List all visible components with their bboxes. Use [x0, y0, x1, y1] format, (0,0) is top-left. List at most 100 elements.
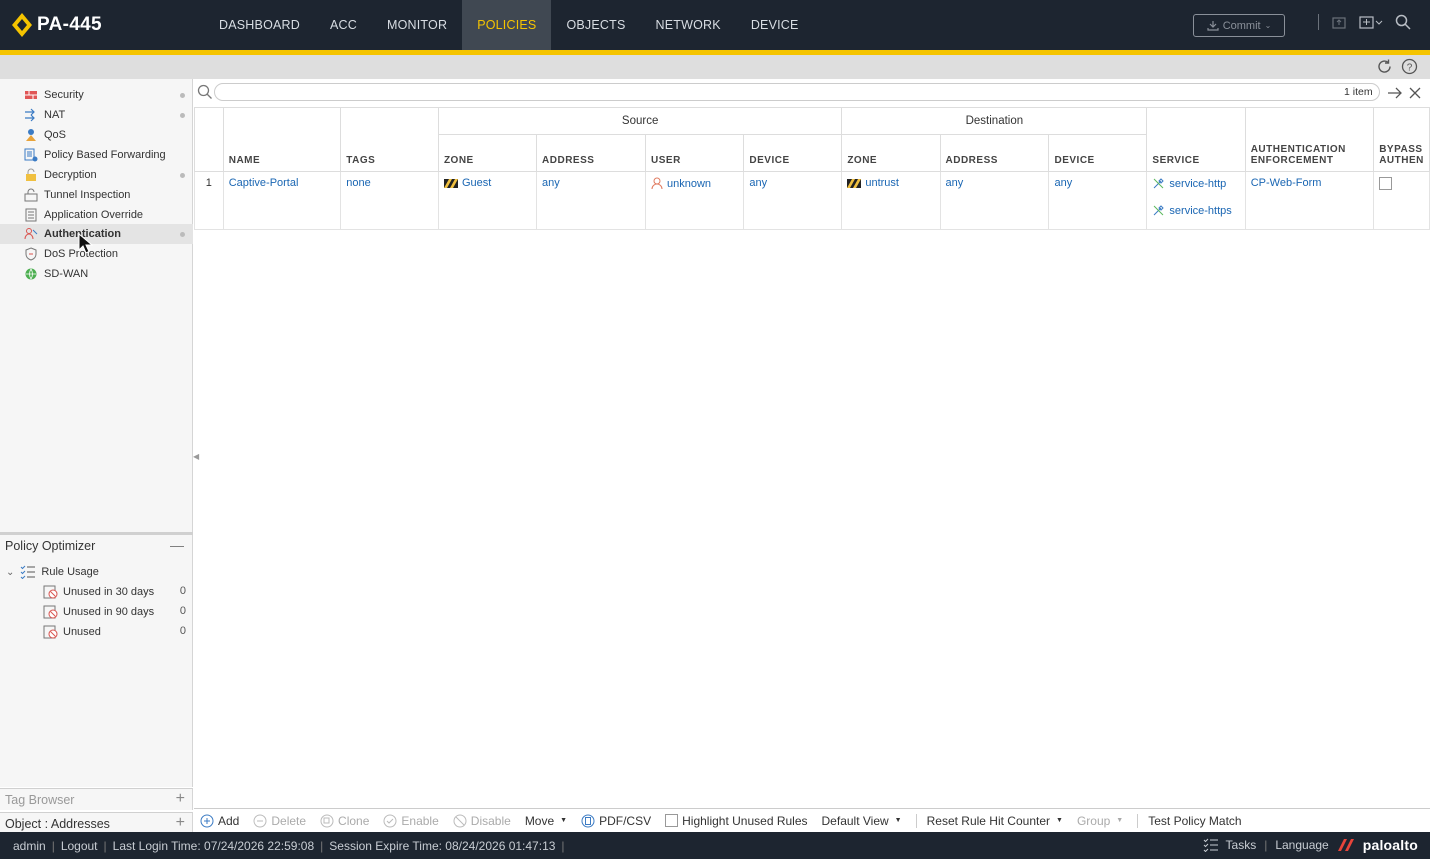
sidebar-item-dos[interactable]: DoS Protection	[0, 244, 193, 264]
col-header-bypass[interactable]: BYPASS AUTHEN	[1373, 107, 1430, 172]
tab-network[interactable]: NETWORK	[641, 0, 736, 50]
sidebar-collapse-handle[interactable]: ◀	[193, 452, 199, 464]
sidebar-item-decryption[interactable]: Decryption	[0, 165, 193, 185]
enable-button[interactable]: Enable	[383, 813, 439, 828]
commit-button[interactable]: Commit ⌄	[1193, 14, 1285, 37]
chevron-down-icon[interactable]: ⌄	[6, 567, 14, 578]
sidebar-item-app-override[interactable]: Application Override	[0, 205, 193, 225]
caret-down-icon: ▼	[894, 817, 902, 824]
refresh-icon[interactable]	[1376, 58, 1393, 75]
sidebar-item-security[interactable]: Security	[0, 85, 193, 105]
header-line: ENFORCEMENT	[1250, 155, 1334, 166]
filter-input[interactable]	[214, 83, 1380, 101]
sidebar-item-qos[interactable]: QoS	[0, 125, 193, 145]
disable-button[interactable]: Disable	[453, 814, 511, 828]
sidebar-item-label: QoS	[44, 129, 67, 141]
tab-acc[interactable]: ACC	[315, 0, 372, 50]
clear-filter-icon[interactable]	[1408, 86, 1422, 100]
rule-tags[interactable]: none	[340, 171, 439, 230]
apply-filter-icon[interactable]	[1387, 86, 1403, 100]
status-dot	[180, 93, 185, 98]
default-view-dropdown[interactable]: Default View ▼	[822, 814, 902, 828]
dest-address-cell[interactable]: any	[939, 171, 1050, 230]
delete-label: Delete	[271, 813, 307, 828]
help-icon[interactable]: ?	[1401, 58, 1418, 75]
unused-rules[interactable]: Unused	[43, 625, 101, 639]
clone-label: Clone	[338, 813, 370, 828]
expand-icon[interactable]: +	[176, 814, 185, 832]
table-row[interactable]: 1 Captive-Portal none Guest any unknown …	[194, 171, 1430, 230]
col-header-source-device[interactable]: DEVICE	[743, 134, 843, 172]
dest-zone-value: untrust	[865, 177, 899, 189]
sidebar-item-authentication[interactable]: Authentication	[0, 224, 193, 244]
service-icon	[1154, 178, 1165, 189]
object-addresses-header[interactable]: Object : Addresses +	[0, 812, 193, 834]
top-bar: PA-445 DASHBOARD ACC MONITOR POLICIES OB…	[0, 0, 1430, 50]
col-header-dest-device[interactable]: DEVICE	[1048, 134, 1148, 172]
tab-monitor[interactable]: MONITOR	[372, 0, 462, 50]
col-header-dest-zone[interactable]: ZONE	[841, 134, 941, 172]
chevron-down-icon: ⌄	[1264, 21, 1272, 30]
auth-enforcement-cell[interactable]: CP-Web-Form	[1244, 171, 1375, 230]
rule-usage-node[interactable]: ⌄ Rule Usage	[6, 565, 99, 579]
col-header-dest-address[interactable]: ADDRESS	[939, 134, 1050, 172]
highlight-unused-toggle[interactable]: Highlight Unused Rules	[665, 814, 808, 828]
config-icon[interactable]	[1359, 14, 1383, 30]
bypass-checkbox[interactable]	[1379, 177, 1393, 190]
service-cell[interactable]: service-http service-https	[1146, 171, 1246, 230]
tab-objects[interactable]: OBJECTS	[551, 0, 640, 50]
col-header-source-user[interactable]: USER	[645, 134, 745, 172]
rules-table: NAME TAGS Source Destination SERVICE AUT…	[194, 107, 1430, 230]
divider	[1137, 813, 1139, 828]
search-icon[interactable]	[1395, 14, 1411, 30]
tasks-icon	[1203, 838, 1218, 852]
dest-zone-cell[interactable]: untrust	[841, 171, 941, 230]
add-button[interactable]: Add	[200, 814, 239, 828]
config-lock-icon[interactable]	[1331, 14, 1347, 30]
test-policy-match-button[interactable]: Test Policy Match	[1148, 814, 1241, 828]
service-value[interactable]: service-http	[1169, 178, 1226, 190]
source-address-cell[interactable]: any	[536, 171, 647, 230]
sidebar-item-sdwan[interactable]: SD-WAN	[0, 264, 193, 284]
col-header-service[interactable]: SERVICE	[1146, 107, 1246, 172]
reset-hit-counter-button[interactable]: Reset Rule Hit Counter ▼	[927, 814, 1063, 828]
tasks-link[interactable]: Tasks	[1226, 838, 1257, 852]
tab-device[interactable]: DEVICE	[736, 0, 814, 50]
col-header-source-zone[interactable]: ZONE	[437, 134, 538, 172]
highlight-unused-checkbox[interactable]	[665, 814, 679, 827]
move-button[interactable]: Move ▼	[525, 814, 567, 828]
col-group-source: Source	[437, 107, 843, 135]
source-device-cell[interactable]: any	[743, 171, 843, 230]
logout-link[interactable]: Logout	[61, 839, 98, 853]
sidebar-item-tunnel[interactable]: Tunnel Inspection	[0, 185, 193, 205]
app-logo[interactable]: PA-445	[12, 13, 102, 37]
clone-button[interactable]: Clone	[320, 814, 369, 828]
col-header-source-address[interactable]: ADDRESS	[536, 134, 647, 172]
delete-button[interactable]: Delete	[253, 814, 306, 828]
user-name[interactable]: admin	[13, 839, 46, 853]
col-header-name[interactable]: NAME	[222, 107, 342, 172]
rule-name-link[interactable]: Captive-Portal	[222, 171, 342, 230]
language-link[interactable]: Language	[1275, 838, 1328, 852]
enable-label: Enable	[401, 813, 439, 828]
tag-browser-header[interactable]: Tag Browser +	[0, 788, 193, 810]
unused-30-days[interactable]: Unused in 30 days	[43, 585, 154, 599]
dest-device-cell[interactable]: any	[1048, 171, 1148, 230]
source-user-cell[interactable]: unknown	[645, 171, 745, 230]
source-zone-cell[interactable]: Guest	[437, 171, 538, 230]
col-header-tags[interactable]: TAGS	[340, 107, 439, 172]
unused-90-days[interactable]: Unused in 90 days	[43, 605, 154, 619]
rule-usage-label: Rule Usage	[41, 566, 99, 578]
sidebar-item-nat[interactable]: NAT	[0, 105, 193, 125]
col-header-auth-enforcement[interactable]: AUTHENTICATION ENFORCEMENT	[1244, 107, 1375, 172]
status-dot	[180, 113, 185, 118]
sidebar-item-pbf[interactable]: Policy Based Forwarding	[0, 145, 193, 165]
expand-icon[interactable]: +	[176, 790, 185, 808]
tab-dashboard[interactable]: DASHBOARD	[204, 0, 315, 50]
group-button[interactable]: Group ▼	[1077, 814, 1123, 828]
service-value[interactable]: service-https	[1169, 205, 1231, 217]
tab-policies[interactable]: POLICIES	[462, 0, 552, 50]
main-nav: DASHBOARD ACC MONITOR POLICIES OBJECTS N…	[204, 0, 814, 50]
collapse-icon[interactable]: —	[170, 537, 184, 553]
pdf-csv-button[interactable]: PDF/CSV	[581, 814, 651, 828]
